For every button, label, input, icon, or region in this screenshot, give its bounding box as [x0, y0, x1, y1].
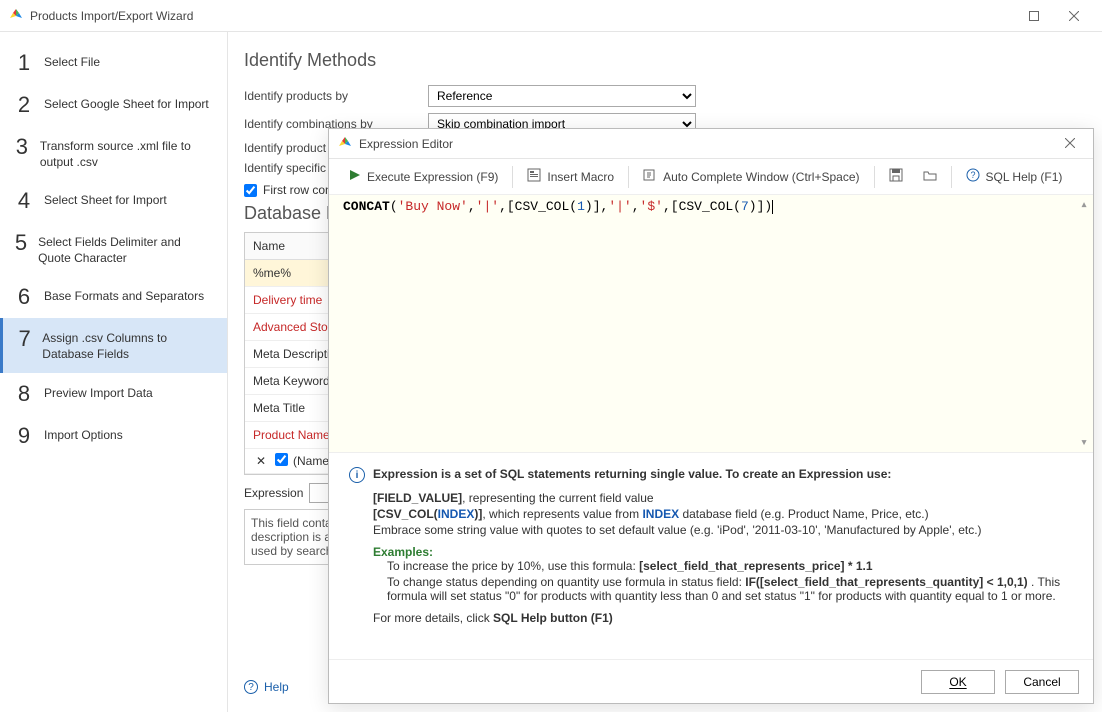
expression-label: Expression [244, 486, 303, 500]
expression-help-panel: i Expression is a set of SQL statements … [329, 453, 1093, 659]
execute-label: Execute Expression (F9) [367, 170, 498, 184]
cancel-button[interactable]: Cancel [1005, 670, 1079, 694]
wizard-step-6[interactable]: 6 Base Formats and Separators [0, 276, 227, 318]
window-maximize-button[interactable] [1014, 4, 1054, 28]
help-link[interactable]: ? Help [244, 680, 289, 694]
identify-methods-title: Identify Methods [244, 50, 1078, 71]
step-label: Assign .csv Columns to Database Fields [42, 328, 215, 362]
step-number: 4 [12, 190, 36, 212]
step-number: 8 [12, 383, 36, 405]
editor-scrollbar[interactable]: ▴ ▾ [1077, 197, 1091, 450]
dialog-app-icon [337, 136, 353, 152]
examples-header: Examples: [373, 545, 1073, 559]
dialog-buttons: OK Cancel [329, 659, 1093, 703]
scroll-down-icon[interactable]: ▾ [1080, 435, 1088, 450]
step-number: 5 [12, 232, 30, 254]
step-label: Import Options [44, 425, 123, 444]
open-button[interactable] [915, 164, 945, 189]
wizard-step-9[interactable]: 9 Import Options [0, 415, 227, 457]
step-number: 2 [12, 94, 36, 116]
identify-products-select[interactable]: Reference [428, 85, 696, 107]
insert-macro-button[interactable]: Insert Macro [519, 164, 622, 189]
save-icon [889, 168, 903, 185]
wizard-steps-sidebar: 1 Select File 2 Select Google Sheet for Imp… [0, 32, 228, 712]
play-icon [349, 169, 361, 184]
wizard-step-5[interactable]: 5 Select Fields Delimiter and Quote Chara… [0, 222, 227, 276]
first-row-checkbox[interactable] [244, 184, 257, 197]
autocomplete-button[interactable]: Auto Complete Window (Ctrl+Space) [635, 164, 867, 189]
expression-editor-dialog: Expression Editor Execute Expression (F9… [328, 128, 1094, 704]
step-number: 7 [15, 328, 34, 350]
window-close-button[interactable] [1054, 4, 1094, 28]
wizard-step-7[interactable]: 7 Assign .csv Columns to Database Fields [0, 318, 227, 372]
step-label: Preview Import Data [44, 383, 153, 402]
open-folder-icon [923, 168, 937, 185]
help-footer: For more details, click SQL Help button … [373, 611, 1073, 625]
identify-products-row: Identify products by Reference [244, 85, 1078, 107]
step-label: Select Fields Delimiter and Quote Charac… [38, 232, 215, 266]
help-circle-icon: ? [966, 168, 980, 185]
info-icon: i [349, 467, 365, 483]
insert-macro-label: Insert Macro [547, 170, 614, 184]
remove-icon[interactable]: ✕ [253, 454, 269, 468]
first-row-checkbox-label: First row con [263, 183, 332, 197]
dialog-titlebar: Expression Editor [329, 129, 1093, 159]
expression-editor-area[interactable]: CONCAT('Buy Now','|',[CSV_COL(1)],'|','$… [329, 195, 1093, 453]
wizard-step-3[interactable]: 3 Transform source .xml file to output .c… [0, 126, 227, 180]
dialog-title: Expression Editor [359, 137, 1055, 151]
help-label: Help [264, 680, 289, 694]
macro-icon [527, 168, 541, 185]
app-logo-icon [8, 8, 24, 24]
step-label: Select File [44, 52, 100, 71]
help-embrace-line: Embrace some string value with quotes to… [373, 523, 1073, 537]
subrow-label: (Name [293, 454, 329, 468]
autocomplete-label: Auto Complete Window (Ctrl+Space) [663, 170, 859, 184]
step-label: Select Google Sheet for Import [44, 94, 209, 113]
toolbar-separator [951, 166, 952, 188]
step-number: 6 [12, 286, 36, 308]
step-label: Transform source .xml file to output .cs… [40, 136, 215, 170]
scroll-up-icon[interactable]: ▴ [1080, 197, 1088, 212]
help-lead: Expression is a set of SQL statements re… [373, 467, 891, 481]
step-number: 9 [12, 425, 36, 447]
wizard-step-1[interactable]: 1 Select File [0, 42, 227, 84]
titlebar: Products Import/Export Wizard [0, 0, 1102, 32]
help-csvcol-line: [CSV_COL(INDEX)], which represents value… [373, 507, 1073, 521]
example-2: To change status depending on quantity u… [387, 575, 1073, 603]
wizard-step-2[interactable]: 2 Select Google Sheet for Import [0, 84, 227, 126]
wizard-step-4[interactable]: 4 Select Sheet for Import [0, 180, 227, 222]
step-number: 1 [12, 52, 36, 74]
identify-products-label: Identify products by [244, 89, 428, 103]
toolbar-separator [512, 166, 513, 188]
checkbox-icon[interactable] [273, 453, 289, 469]
help-icon: ? [244, 680, 258, 694]
step-label: Base Formats and Separators [44, 286, 204, 305]
toolbar-separator [628, 166, 629, 188]
wizard-step-8[interactable]: 8 Preview Import Data [0, 373, 227, 415]
step-number: 3 [12, 136, 32, 158]
subrow-checkbox[interactable] [275, 453, 288, 466]
example-1: To increase the price by 10%, use this f… [387, 559, 1073, 573]
save-button[interactable] [881, 164, 911, 189]
toolbar-separator [874, 166, 875, 188]
help-fieldvalue-line: [FIELD_VALUE], representing the current … [373, 491, 1073, 505]
window-title: Products Import/Export Wizard [30, 9, 1014, 23]
ok-button[interactable]: OK [921, 670, 995, 694]
step-label: Select Sheet for Import [44, 190, 167, 209]
dialog-toolbar: Execute Expression (F9) Insert Macro Aut… [329, 159, 1093, 195]
dialog-close-button[interactable] [1055, 137, 1085, 151]
svg-text:?: ? [970, 170, 975, 180]
sql-help-button[interactable]: ? SQL Help (F1) [958, 164, 1071, 189]
sql-help-label: SQL Help (F1) [986, 170, 1063, 184]
autocomplete-icon [643, 168, 657, 185]
execute-expression-button[interactable]: Execute Expression (F9) [341, 165, 506, 188]
